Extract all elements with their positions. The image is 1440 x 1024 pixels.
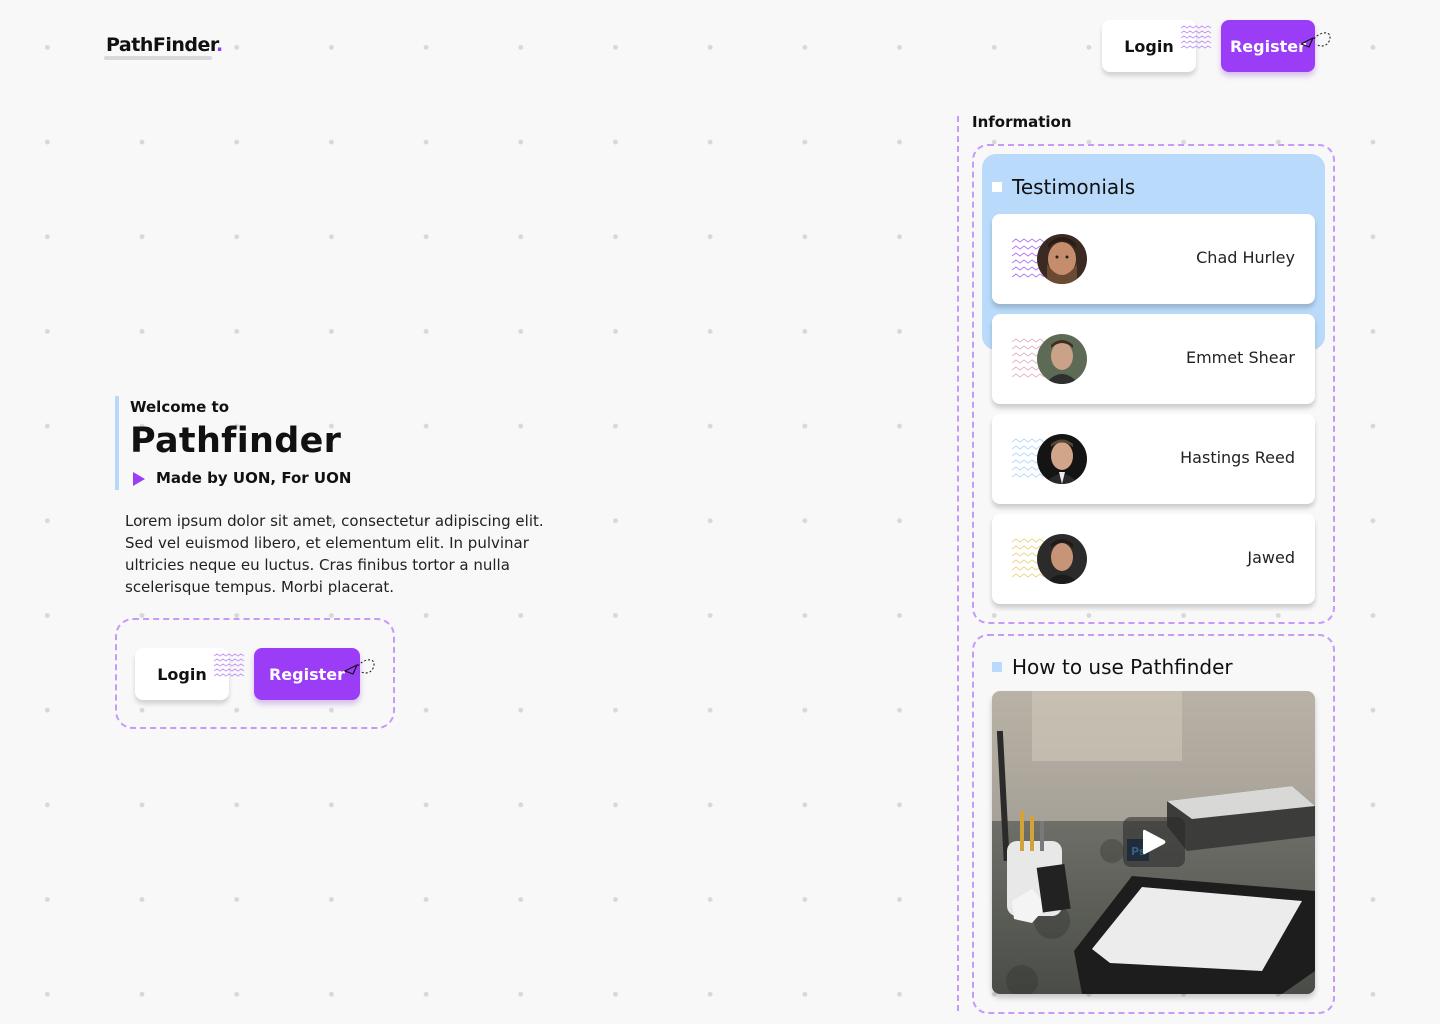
square-bullet-icon	[992, 182, 1002, 192]
play-button[interactable]	[1123, 817, 1185, 867]
testimonial-name: Chad Hurley	[1196, 248, 1295, 267]
welcome-text: Welcome to	[130, 398, 230, 416]
hero-accent-bar	[115, 396, 119, 490]
paper-plane-icon	[1299, 32, 1331, 48]
avatar	[1037, 334, 1087, 384]
testimonials-heading: Testimonials	[1012, 175, 1136, 199]
square-bullet-icon	[992, 662, 1002, 672]
zigzag-decoration-icon	[1181, 25, 1212, 49]
play-icon	[1143, 829, 1166, 855]
avatar	[1037, 534, 1087, 584]
video-player[interactable]: Ps	[992, 691, 1315, 994]
play-triangle-icon	[133, 472, 145, 486]
testimonial-card-chad-hurley[interactable]: Chad Hurley	[992, 214, 1315, 304]
logo-underline	[104, 56, 212, 60]
paper-plane-icon	[343, 659, 375, 675]
hero-description: Lorem ipsum dolor sit amet, consectetur …	[125, 512, 544, 596]
zigzag-decoration-icon	[214, 653, 245, 677]
page-title: Pathfinder	[130, 421, 342, 461]
testimonial-card-emmet-shear[interactable]: Emmet Shear	[992, 314, 1315, 404]
testimonial-name: Jawed	[1247, 548, 1295, 567]
logo[interactable]: PathFinder.	[106, 34, 223, 56]
testimonial-name: Hastings Reed	[1180, 448, 1295, 467]
divider-line	[957, 116, 959, 1011]
how-to-heading: How to use Pathfinder	[1012, 655, 1233, 679]
testimonial-card-jawed[interactable]: Jawed	[992, 514, 1315, 604]
information-label: Information	[972, 113, 1072, 131]
avatar	[1037, 234, 1087, 284]
testimonial-name: Emmet Shear	[1185, 348, 1295, 367]
testimonial-card-hastings-reed[interactable]: Hastings Reed	[992, 414, 1315, 504]
tagline: Made by UON, For UON	[156, 469, 352, 487]
avatar	[1037, 434, 1087, 484]
